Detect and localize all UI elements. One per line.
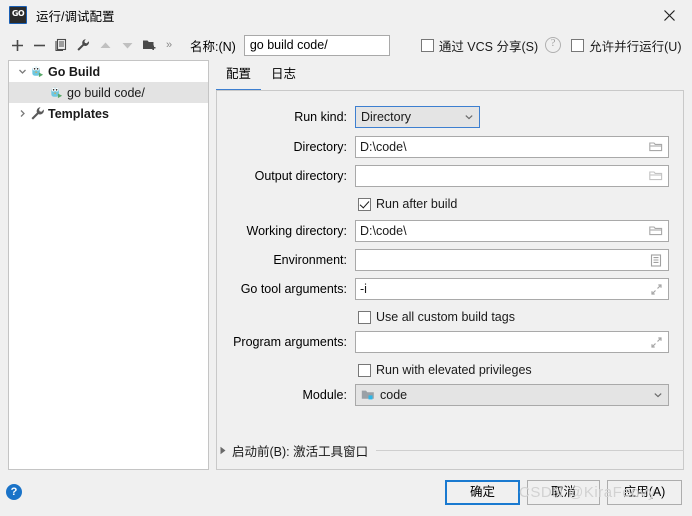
arrow-up-icon: [94, 33, 116, 57]
before-launch-section[interactable]: 启动前(B): 激活工具窗口: [216, 440, 684, 460]
directory-label: Directory:: [293, 140, 347, 154]
chevron-down-icon: [464, 112, 474, 122]
run-after-build-label: Run after build: [376, 197, 458, 211]
expand-icon[interactable]: [648, 281, 664, 297]
triangle-right-icon[interactable]: [216, 443, 230, 457]
environment-input[interactable]: [355, 249, 669, 271]
tab-bar: 配置 日志: [216, 60, 684, 91]
title-bar: GO 运行/调试配置: [0, 0, 692, 30]
row-directory: Directory: D:\code\: [217, 135, 685, 159]
run-with-elevated-privileges-checkbox[interactable]: Run with elevated privileges: [358, 361, 532, 379]
working-directory-input[interactable]: D:\code\: [355, 220, 669, 242]
run-with-elevated-privileges-box[interactable]: [358, 363, 371, 377]
use-all-custom-build-tags-label: Use all custom build tags: [376, 310, 515, 324]
chevron-down-icon: [653, 390, 663, 400]
run-after-build-box[interactable]: [358, 197, 371, 211]
environment-label: Environment:: [273, 253, 347, 267]
run-kind-label: Run kind:: [294, 110, 347, 124]
working-directory-label: Working directory:: [246, 224, 348, 238]
run-after-build-checkbox[interactable]: Run after build: [358, 195, 457, 213]
arrow-down-icon: [116, 33, 138, 57]
folder-icon[interactable]: [648, 223, 664, 239]
list-icon[interactable]: [648, 252, 664, 268]
use-all-custom-build-tags-box[interactable]: [358, 310, 371, 324]
directory-input[interactable]: D:\code\: [355, 136, 669, 158]
program-arguments-label: Program arguments:: [233, 335, 347, 349]
plus-icon[interactable]: [6, 33, 28, 57]
tree-item-templates[interactable]: Templates: [9, 103, 208, 124]
module-label: Module:: [302, 388, 347, 402]
row-environment: Environment:: [217, 248, 685, 272]
folder-icon[interactable]: [648, 139, 664, 155]
go-build-icon: [32, 66, 44, 78]
directory-value: D:\code\: [360, 140, 407, 154]
row-output-directory: Output directory:: [217, 164, 685, 188]
module-value: code: [380, 388, 408, 402]
working-directory-value: D:\code\: [360, 224, 407, 238]
module-dropdown[interactable]: code: [355, 384, 669, 406]
run-kind-value: Directory: [361, 110, 412, 124]
output-directory-label: Output directory:: [254, 169, 347, 183]
go-tool-arguments-label: Go tool arguments:: [240, 282, 347, 296]
go-tool-arguments-input[interactable]: -i: [355, 278, 669, 300]
folder-icon[interactable]: [648, 168, 664, 184]
minus-icon[interactable]: [28, 33, 50, 57]
chevron-right-icon[interactable]: [15, 103, 30, 124]
ok-button[interactable]: 确定: [445, 480, 520, 505]
output-directory-input[interactable]: [355, 165, 669, 187]
before-launch-label: 启动前(B): 激活工具窗口: [232, 444, 369, 459]
share-vcs-box[interactable]: [420, 38, 434, 52]
row-module: Module: code: [217, 383, 685, 407]
share-vcs-help-icon[interactable]: ?: [545, 37, 562, 53]
tab-logs[interactable]: 日志: [261, 61, 306, 91]
close-icon[interactable]: [646, 0, 692, 30]
expand-icon[interactable]: [648, 334, 664, 350]
module-folder-icon: [361, 390, 374, 400]
tree-item-label: Go Build: [48, 64, 101, 79]
allow-parallel-box[interactable]: [571, 38, 585, 52]
chevrons-right-icon[interactable]: »: [160, 33, 178, 57]
run-kind-dropdown[interactable]: Directory: [355, 106, 480, 128]
go-tool-arguments-value: -i: [360, 282, 367, 296]
wrench-icon: [31, 107, 44, 120]
share-vcs-label: 通过 VCS 分享(S): [438, 39, 539, 54]
allow-parallel-label: 允许并行运行(U): [589, 39, 682, 54]
configuration-form: Run kind: Directory Directory: D:\code\ …: [216, 91, 684, 470]
share-vcs-checkbox[interactable]: 通过 VCS 分享(S) ?: [420, 33, 562, 57]
right-panel: 配置 日志 Run kind: Directory Directory: D:\…: [216, 60, 684, 470]
tree-item-label: Templates: [48, 106, 109, 121]
toolbar: » 名称:(N) go build code/ 通过 VCS 分享(S) ? 允…: [0, 30, 692, 60]
program-arguments-input[interactable]: [355, 331, 669, 353]
row-go-tool-arguments: Go tool arguments: -i: [217, 277, 685, 301]
before-launch-divider: [376, 449, 684, 451]
apply-button[interactable]: 应用(A): [607, 480, 682, 505]
allow-parallel-checkbox[interactable]: 允许并行运行(U): [571, 33, 682, 57]
tree-item-label: go build code/: [67, 85, 145, 100]
row-working-directory: Working directory: D:\code\: [217, 219, 685, 243]
tab-configuration[interactable]: 配置: [216, 61, 262, 91]
name-input[interactable]: go build code/: [243, 34, 390, 56]
go-build-icon: [51, 87, 63, 99]
run-with-elevated-privileges-label: Run with elevated privileges: [376, 363, 532, 377]
copy-icon[interactable]: [50, 33, 72, 57]
go-icon: GO: [9, 6, 27, 24]
wrench-icon[interactable]: [72, 33, 94, 57]
window-title: 运行/调试配置: [36, 9, 115, 24]
help-icon[interactable]: ?: [6, 484, 22, 500]
cancel-button[interactable]: 取消: [527, 480, 600, 505]
folder-add-icon[interactable]: [138, 33, 160, 57]
use-all-custom-build-tags-checkbox[interactable]: Use all custom build tags: [358, 308, 515, 326]
configurations-tree[interactable]: Go Build go build code/ Templates: [8, 60, 209, 470]
name-label: 名称:(N): [190, 39, 236, 54]
tree-item-go-build-code[interactable]: go build code/: [9, 82, 208, 103]
chevron-down-icon[interactable]: [15, 61, 30, 82]
row-program-arguments: Program arguments:: [217, 330, 685, 354]
row-run-kind: Run kind: Directory: [217, 105, 685, 129]
tree-item-go-build[interactable]: Go Build: [9, 61, 208, 82]
